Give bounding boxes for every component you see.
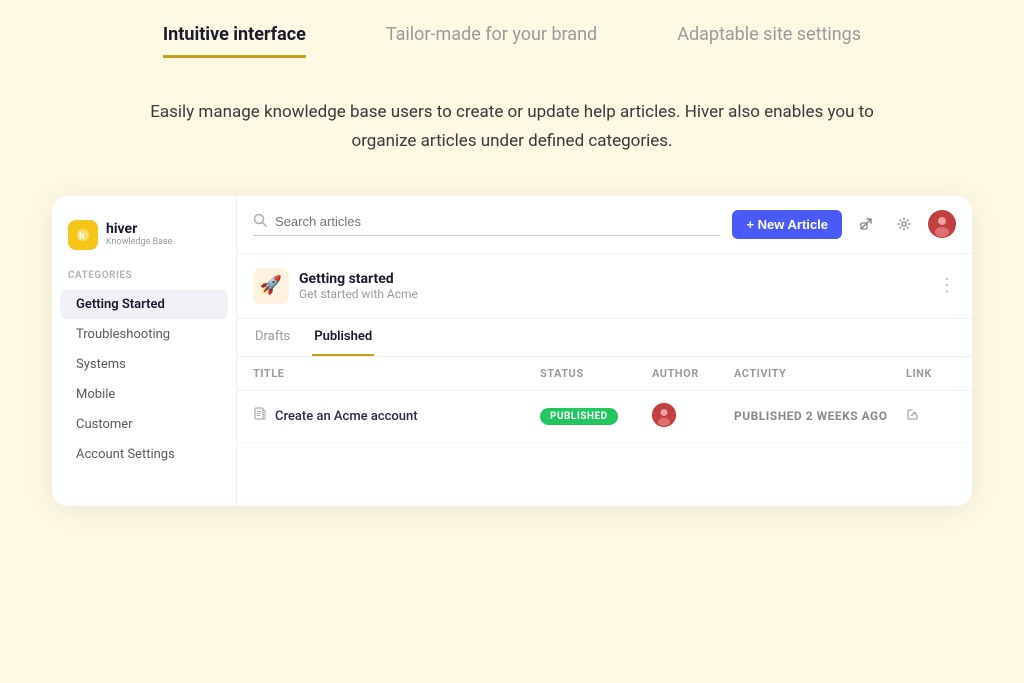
sidebar-item-customer[interactable]: Customer	[60, 410, 228, 439]
link-icon[interactable]	[906, 409, 920, 425]
svg-text:h: h	[79, 231, 85, 242]
user-avatar[interactable]	[928, 210, 956, 238]
search-wrapper	[253, 213, 720, 236]
article-title: Create an Acme account	[275, 409, 418, 424]
sidebar-item-mobile[interactable]: Mobile	[60, 380, 228, 409]
row-title-cell: Create an Acme account	[253, 407, 528, 425]
category-name: Getting started	[299, 271, 938, 287]
logo-icon: h	[68, 220, 98, 250]
link-cell[interactable]	[906, 407, 956, 425]
table-row[interactable]: Create an Acme account Published	[237, 391, 972, 443]
activity-cell: Published 2 weeks ago	[734, 409, 894, 423]
author-cell	[652, 403, 722, 430]
settings-icon[interactable]	[890, 210, 918, 238]
sidebar-item-account-settings[interactable]: Account Settings	[60, 440, 228, 469]
tab-adaptable-settings[interactable]: Adaptable site settings	[677, 24, 861, 58]
author-avatar	[652, 403, 676, 427]
new-article-button[interactable]: + New Article	[732, 210, 842, 239]
tab-drafts[interactable]: Drafts	[253, 319, 292, 356]
col-header-link: Link	[906, 367, 956, 380]
toolbar-actions: + New Article	[732, 210, 956, 239]
logo-name: hiver	[106, 222, 172, 237]
article-tabs: Drafts Published	[237, 319, 972, 357]
description-text: Easily manage knowledge base users to cr…	[0, 58, 1024, 176]
col-header-activity: Activity	[734, 367, 894, 380]
sidebar-item-troubleshooting[interactable]: Troubleshooting	[60, 320, 228, 349]
card-container: h hiver Knowledge Base Categories Gettin…	[0, 176, 1024, 536]
top-tabs-container: Intuitive interface Tailor-made for your…	[0, 0, 1024, 58]
table-header: Title Status Author Activity Link	[237, 357, 972, 391]
status-badge: Published	[540, 408, 618, 425]
document-icon	[253, 407, 267, 425]
category-header: 🚀 Getting started Get started with Acme …	[237, 254, 972, 319]
logo-text-block: hiver Knowledge Base	[106, 222, 172, 247]
articles-table: Title Status Author Activity Link	[237, 357, 972, 443]
status-badge-cell: Published	[540, 408, 640, 425]
external-link-icon[interactable]	[852, 210, 880, 238]
tab-intuitive-interface[interactable]: Intuitive interface	[163, 24, 306, 58]
col-header-author: Author	[652, 367, 722, 380]
col-header-title: Title	[253, 367, 528, 380]
sidebar-item-systems[interactable]: Systems	[60, 350, 228, 379]
search-input[interactable]	[275, 214, 720, 229]
category-icon: 🚀	[253, 268, 289, 304]
sidebar-section-label: Categories	[52, 270, 236, 289]
category-info: Getting started Get started with Acme	[299, 271, 938, 301]
category-description: Get started with Acme	[299, 287, 938, 301]
toolbar: + New Article	[237, 196, 972, 254]
logo-subtitle: Knowledge Base	[106, 237, 172, 247]
main-content: + New Article	[237, 196, 972, 506]
col-header-status: Status	[540, 367, 640, 380]
sidebar-logo: h hiver Knowledge Base	[52, 220, 236, 270]
more-options-icon[interactable]: ⋮	[938, 275, 956, 296]
search-icon	[253, 213, 267, 231]
sidebar: h hiver Knowledge Base Categories Gettin…	[52, 196, 237, 506]
main-card: h hiver Knowledge Base Categories Gettin…	[52, 196, 972, 506]
sidebar-item-getting-started[interactable]: Getting Started	[60, 290, 228, 319]
tab-published[interactable]: Published	[312, 319, 374, 356]
tab-tailor-made[interactable]: Tailor-made for your brand	[386, 24, 597, 58]
